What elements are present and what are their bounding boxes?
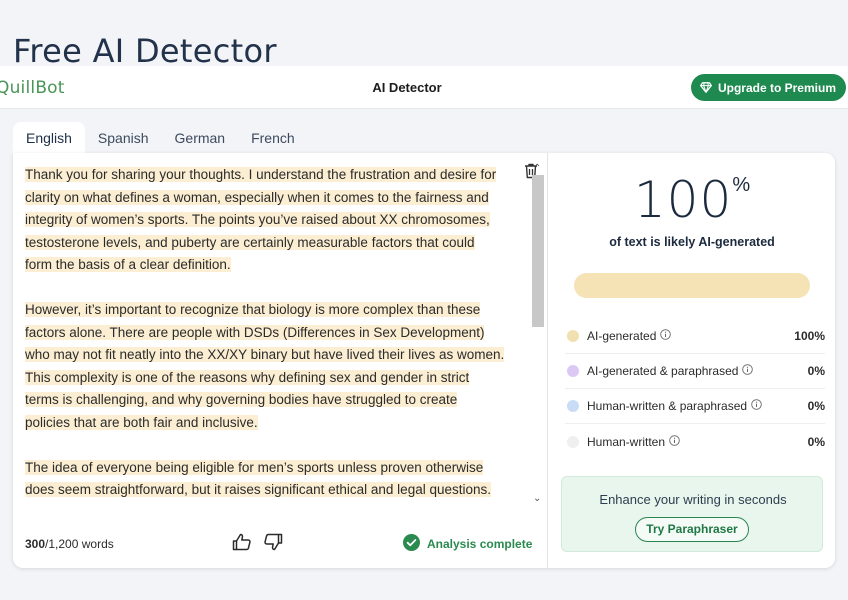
legend-value: 100% <box>794 329 825 343</box>
try-paraphraser-button[interactable]: Try Paraphraser <box>635 517 749 542</box>
page-title: Free AI Detector <box>13 32 277 70</box>
paragraph: Thank you for sharing your thoughts. I u… <box>25 164 505 277</box>
legend-label: AI-generated & paraphrased <box>587 364 739 378</box>
highlighted-text: Thank you for sharing your thoughts. I u… <box>25 167 497 272</box>
tab-spanish[interactable]: Spanish <box>85 122 162 154</box>
word-count: 300/1,200 words <box>25 537 114 551</box>
legend-value: 0% <box>807 364 825 378</box>
legend-label: Human-written <box>587 434 666 449</box>
word-count-current: 300 <box>25 537 46 551</box>
tab-german[interactable]: German <box>162 122 239 154</box>
legend-item-human-paraphrased: Human-written & paraphrased 0% <box>565 389 825 424</box>
legend-item-ai-generated: AI-generated 100% <box>565 319 825 354</box>
text-input[interactable]: Thank you for sharing your thoughts. I u… <box>25 164 505 506</box>
upgrade-button[interactable]: Upgrade to Premium <box>690 74 846 101</box>
legend-item-ai-paraphrased: AI-generated & paraphrased 0% <box>565 354 825 389</box>
check-circle-icon <box>403 534 420 554</box>
paragraph: However, it’s important to recognize tha… <box>25 299 505 434</box>
legend-dot <box>567 330 579 342</box>
legend-value: 0% <box>807 434 825 449</box>
legend-value: 0% <box>807 399 825 413</box>
chevron-up-icon[interactable]: ⌃ <box>533 163 541 174</box>
detector-card: Thank you for sharing your thoughts. I u… <box>13 153 835 568</box>
results-panel: 100% of text is likely AI-generated AI-g… <box>549 153 835 568</box>
ai-percent: 100% <box>549 171 835 229</box>
legend-label: Human-written & paraphrased <box>587 399 748 413</box>
upgrade-label: Upgrade to Premium <box>717 80 836 95</box>
info-icon[interactable] <box>660 329 672 343</box>
info-icon[interactable] <box>742 364 754 378</box>
tab-english[interactable]: English <box>13 122 85 154</box>
analysis-status: Analysis complete <box>403 534 532 554</box>
chevron-down-icon[interactable]: ⌄ <box>533 493 541 504</box>
paragraph: The idea of everyone being eligible for … <box>25 457 505 502</box>
tab-french[interactable]: French <box>238 122 308 154</box>
legend-item-human-written: Human-written 0% <box>565 424 825 459</box>
legend-dot <box>567 365 579 377</box>
thumbs-up-icon[interactable] <box>232 533 252 556</box>
thumbs-down-icon[interactable] <box>263 533 283 556</box>
ai-percent-caption: of text is likely AI-generated <box>609 235 775 249</box>
language-tabs: English Spanish German French <box>13 122 308 154</box>
ai-percent-sign: % <box>732 174 751 196</box>
promo-text: Enhance your writing in seconds <box>599 492 787 507</box>
ai-percent-value: 100 <box>633 171 733 229</box>
info-icon[interactable] <box>669 434 680 449</box>
editor-footer: 300/1,200 words Analysis complete <box>13 521 548 561</box>
status-label: Analysis complete <box>427 537 533 551</box>
highlighted-text: However, it’s important to recognize tha… <box>25 302 505 430</box>
highlighted-text: The idea of everyone being eligible for … <box>25 459 492 497</box>
legend-dot <box>567 435 579 448</box>
paraphraser-promo: Enhance your writing in seconds Try Para… <box>561 476 823 552</box>
diamond-icon <box>700 82 712 93</box>
text-editor: Thank you for sharing your thoughts. I u… <box>13 153 548 568</box>
info-icon[interactable] <box>751 399 762 413</box>
ai-meter-bar <box>574 273 810 298</box>
legend-label: AI-generated <box>587 329 657 343</box>
top-bar: QuillBot AI Detector Upgrade to Premium <box>0 66 848 109</box>
scrollbar-thumb[interactable] <box>532 175 544 327</box>
legend-dot <box>567 400 579 412</box>
word-count-total: /1,200 words <box>45 537 114 551</box>
result-legend: AI-generated 100% AI-generated & paraphr… <box>565 319 825 459</box>
